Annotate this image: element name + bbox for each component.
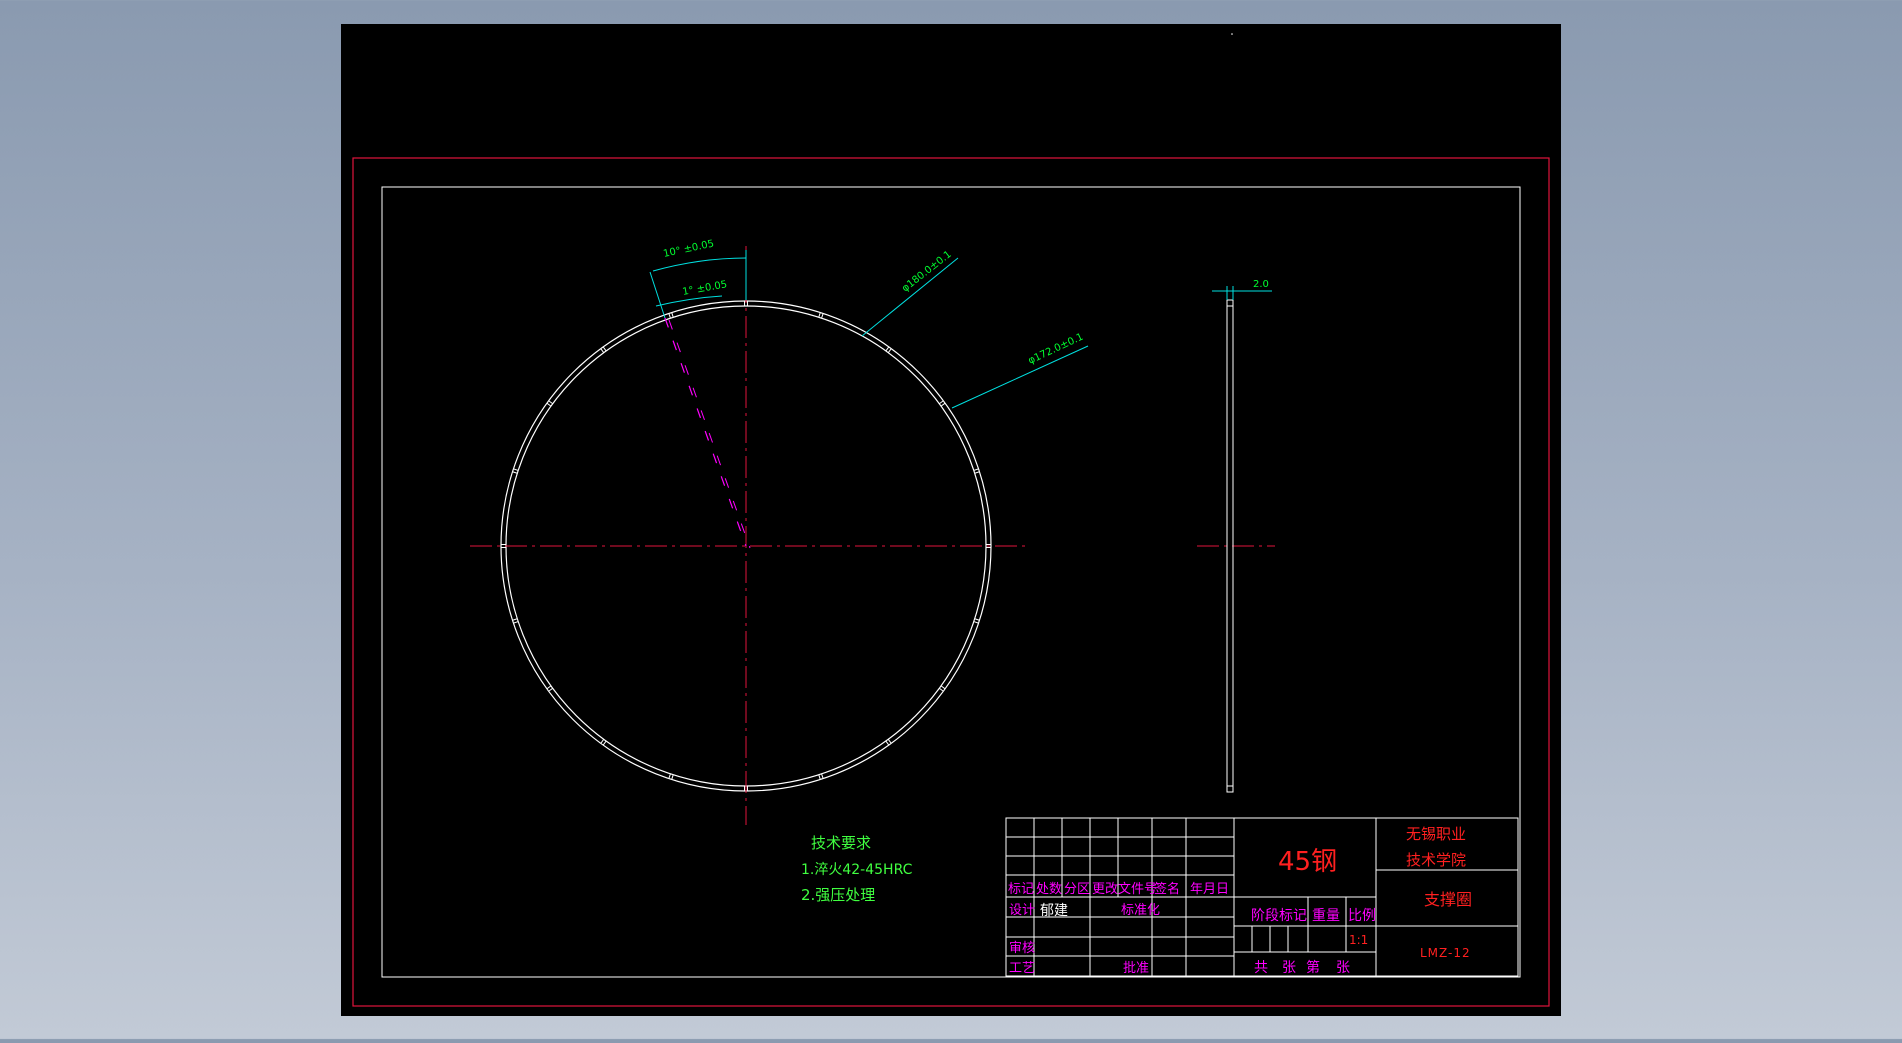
- sheet-no-label: 第: [1306, 959, 1320, 976]
- cad-viewport[interactable]: 10° ±0.05 1° ±0.05 φ180.0±0.1 φ172.0±0.1…: [0, 0, 1902, 1039]
- school-line-2: 技术学院: [1406, 851, 1466, 869]
- school-line-1: 无锡职业: [1406, 825, 1466, 843]
- sheet-total-label: 共: [1254, 960, 1268, 976]
- tech-title: 技术要求: [811, 834, 871, 852]
- revision-header-cell: 处数: [1036, 882, 1062, 897]
- revision-header-cell: 分区: [1064, 882, 1090, 897]
- drawing-svg: 10° ±0.05 1° ±0.05 φ180.0±0.1 φ172.0±0.1…: [0, 0, 1902, 1039]
- review-label: 审核: [1009, 941, 1035, 956]
- tech-item-2: 2.强压处理: [801, 886, 875, 904]
- part-name: 支撑圈: [1424, 890, 1472, 909]
- revision-header-cell: 标记: [1008, 882, 1034, 897]
- sheet-unit-2: 张: [1336, 960, 1350, 976]
- thickness-label: 2.0: [1253, 279, 1269, 290]
- top-dot: [1231, 33, 1233, 35]
- scale-label: 比例: [1348, 908, 1376, 924]
- designer-name: 郁建: [1040, 903, 1068, 919]
- design-label: 设计: [1009, 903, 1035, 918]
- standardization-label: 标准化: [1121, 903, 1160, 918]
- stage-label: 阶段标记: [1251, 908, 1307, 924]
- revision-header-cell: 更改文件号: [1092, 882, 1157, 897]
- drawing-canvas: [341, 24, 1561, 1016]
- revision-header-cell: 年月日: [1190, 882, 1229, 897]
- revision-header-cell: 签名: [1154, 881, 1180, 897]
- process-label: 工艺: [1009, 961, 1035, 976]
- revision-header: 标记处数分区更改文件号签名年月日: [1008, 881, 1229, 897]
- material-label: 45钢: [1278, 847, 1337, 877]
- tech-item-1: 1.淬火42-45HRC: [801, 862, 913, 878]
- scale-value: 1:1: [1349, 933, 1368, 947]
- weight-label: 重量: [1312, 908, 1340, 924]
- sheet-unit-1: 张: [1282, 960, 1296, 976]
- drawing-number: LMZ-12: [1420, 946, 1471, 960]
- approval-label: 批准: [1123, 961, 1149, 976]
